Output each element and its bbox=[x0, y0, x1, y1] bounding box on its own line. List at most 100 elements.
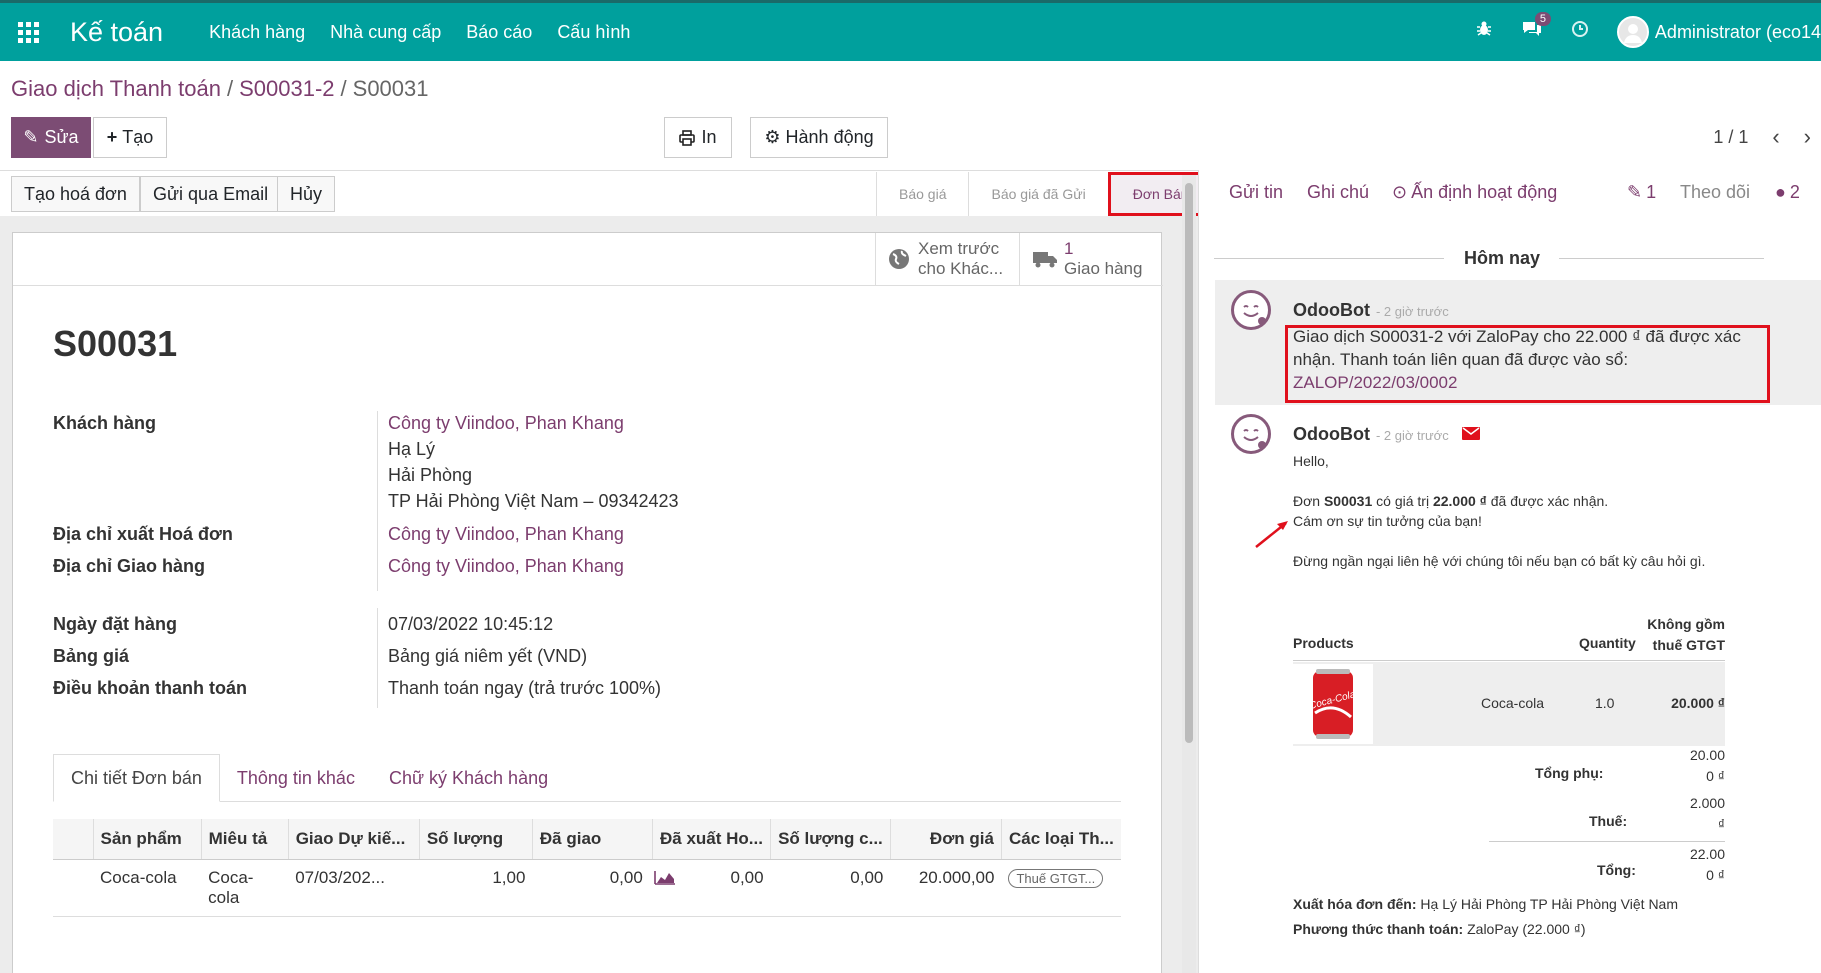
user-icon: ● bbox=[1775, 182, 1786, 202]
pager: 1 / 1 ‹ › bbox=[1713, 122, 1821, 152]
field-divider bbox=[377, 411, 378, 591]
message-author: OdooBot - 2 giờ trước bbox=[1293, 424, 1480, 445]
email-product-name: Coca-cola bbox=[1481, 695, 1545, 711]
invoice-address-label: Xuất hóa đơn đến: bbox=[1293, 896, 1417, 912]
clock-icon: ⊙ bbox=[1392, 182, 1408, 202]
email-contact: Đừng ngần ngại liên hệ với chúng tôi nếu… bbox=[1293, 553, 1706, 569]
email-body: Hello, Đơn S00031 có giá trị 22.000 ₫ đã… bbox=[1293, 453, 1793, 569]
bug-icon[interactable] bbox=[1475, 20, 1493, 44]
stage-quotation-sent[interactable]: Báo giá đã Gửi bbox=[968, 172, 1107, 216]
breadcrumb-payment-transactions[interactable]: Giao dịch Thanh toán bbox=[11, 76, 221, 101]
table-row[interactable]: Coca-cola Coca-cola 07/03/202... 1,00 0,… bbox=[53, 859, 1121, 917]
today-line-right bbox=[1559, 258, 1764, 259]
menu-configuration[interactable]: Cấu hình bbox=[557, 22, 630, 43]
breadcrumb-current: S00031 bbox=[352, 76, 429, 101]
product-image: Coca-Cola bbox=[1293, 664, 1373, 744]
cancel-button[interactable]: Hủy bbox=[277, 176, 336, 212]
printer-icon bbox=[679, 129, 696, 146]
odoobot-avatar bbox=[1231, 290, 1271, 330]
attachments-button[interactable]: ✎ 1 bbox=[1627, 182, 1656, 203]
log-note-button[interactable]: Ghi chú bbox=[1307, 182, 1369, 203]
action-button[interactable]: ⚙ Hành động bbox=[750, 117, 888, 158]
messages-icon[interactable]: 5 bbox=[1521, 12, 1552, 44]
menu-reports[interactable]: Báo cáo bbox=[466, 22, 532, 43]
create-button[interactable]: + Tạo bbox=[93, 117, 167, 158]
pager-next-icon[interactable]: › bbox=[1804, 124, 1811, 150]
pencil-icon: ✎ bbox=[23, 127, 39, 147]
pager-value[interactable]: 1 / 1 bbox=[1713, 127, 1748, 148]
column-invoiced[interactable]: Đã xuất Ho... bbox=[652, 819, 772, 860]
column-to-invoice[interactable]: Số lượng c... bbox=[770, 819, 891, 860]
order-title: S00031 bbox=[53, 323, 178, 364]
odoobot-avatar bbox=[1231, 414, 1271, 454]
action-label: Hành động bbox=[785, 127, 874, 147]
tab-order-lines[interactable]: Chi tiết Đơn bán bbox=[53, 754, 220, 802]
customer-address-line1: Hạ Lý bbox=[388, 439, 436, 459]
create-invoice-button[interactable]: Tạo hoá đơn bbox=[11, 176, 140, 212]
column-delivered[interactable]: Đã giao bbox=[532, 819, 654, 860]
column-unit-price[interactable]: Đơn giá bbox=[890, 819, 1002, 860]
plus-icon: + bbox=[106, 127, 118, 147]
top-navbar: Kế toán Khách hàng Nhà cung cấp Báo cáo … bbox=[0, 0, 1821, 61]
message-author: OdooBot - 2 giờ trước bbox=[1293, 300, 1449, 321]
stage-quotation[interactable]: Báo giá bbox=[876, 172, 968, 216]
coca-cola-can-icon: Coca-Cola bbox=[1308, 669, 1357, 739]
author-name: OdooBot bbox=[1293, 300, 1370, 320]
breadcrumb-transaction[interactable]: S00031-2 bbox=[239, 76, 334, 101]
order-pre: Đơn bbox=[1293, 493, 1321, 509]
breadcrumb: Giao dịch Thanh toán / S00031-2/S00031 bbox=[11, 76, 429, 102]
smart-preview-button[interactable]: Xem trước cho Khác... bbox=[875, 233, 1019, 285]
tab-other-info[interactable]: Thông tin khác bbox=[220, 754, 372, 802]
cell-quantity: 1,00 bbox=[419, 859, 533, 917]
shipping-address-value[interactable]: Công ty Viindoo, Phan Khang bbox=[388, 556, 624, 577]
author-name: OdooBot bbox=[1293, 424, 1370, 444]
description-line1: Coca- bbox=[208, 867, 254, 887]
order-post: đã được xác nhận. bbox=[1490, 493, 1609, 509]
col-untaxed: Không gồm thuế GTGT bbox=[1647, 614, 1725, 656]
customer-name[interactable]: Công ty Viindoo, Phan Khang bbox=[388, 413, 624, 434]
pager-prev-icon[interactable]: ‹ bbox=[1772, 124, 1779, 150]
app-title[interactable]: Kế toán bbox=[70, 17, 163, 48]
smart-delivery-button[interactable]: 1 Giao hàng bbox=[1019, 233, 1161, 285]
print-button[interactable]: In bbox=[664, 117, 732, 158]
schedule-activity-button[interactable]: ⊙ Ấn định hoạt động bbox=[1392, 182, 1557, 203]
column-quantity[interactable]: Số lượng bbox=[419, 819, 533, 860]
column-description[interactable]: Miêu tả bbox=[201, 819, 289, 860]
menu-customers[interactable]: Khách hàng bbox=[209, 22, 305, 43]
shipping-address-label: Địa chỉ Giao hàng bbox=[53, 556, 206, 576]
schedule-label: Ấn định hoạt động bbox=[1411, 182, 1558, 202]
col-products: Products bbox=[1293, 635, 1354, 651]
send-message-button[interactable]: Gửi tin bbox=[1229, 182, 1283, 203]
user-menu[interactable]: Administrator (eco14 bbox=[1655, 22, 1821, 43]
email-product-amount: 20.000 ₫ bbox=[1671, 695, 1725, 711]
send-email-button[interactable]: Gửi qua Email bbox=[140, 176, 282, 212]
field-divider bbox=[377, 608, 378, 708]
scrollbar-thumb[interactable] bbox=[1185, 183, 1193, 743]
invoice-address-label: Địa chỉ xuất Hoá đơn bbox=[53, 524, 233, 544]
tax-tag[interactable]: Thuế GTGT... bbox=[1008, 868, 1104, 888]
column-expected-delivery[interactable]: Giao Dự kiế... bbox=[288, 819, 420, 860]
tax-value: 2.000 ₫ bbox=[1690, 793, 1725, 835]
menu-vendors[interactable]: Nhà cung cấp bbox=[330, 22, 441, 43]
activity-clock-icon[interactable] bbox=[1571, 20, 1589, 44]
user-avatar[interactable] bbox=[1616, 16, 1649, 48]
customer-address-line2: Hải Phòng bbox=[388, 465, 473, 485]
column-taxes[interactable]: Các loại Th... bbox=[1001, 819, 1121, 860]
tab-customer-signature[interactable]: Chữ ký Khách hàng bbox=[372, 754, 565, 802]
breadcrumb-separator: / bbox=[340, 76, 347, 101]
order-date-value: 07/03/2022 10:45:12 bbox=[388, 614, 554, 634]
follow-button[interactable]: Theo dõi bbox=[1680, 182, 1750, 203]
form-scrollbar[interactable] bbox=[1182, 175, 1196, 973]
forecast-chart-icon[interactable] bbox=[653, 869, 676, 885]
email-product-row: Coca-Cola Coca-cola 1.0 20.000 ₫ bbox=[1293, 662, 1725, 746]
apps-menu-icon[interactable] bbox=[8, 12, 48, 52]
edit-button[interactable]: ✎ Sửa bbox=[11, 117, 91, 158]
cell-taxes: Thuế GTGT... bbox=[1001, 859, 1121, 917]
invoice-address-value[interactable]: Công ty Viindoo, Phan Khang bbox=[388, 524, 624, 545]
form-sheet: Xem trước cho Khác... 1 Giao hàng S00031 K… bbox=[12, 232, 1163, 973]
col-quantity: Quantity bbox=[1579, 635, 1636, 651]
preview-label-2: cho Khác... bbox=[918, 259, 1004, 278]
today-separator: Hôm nay bbox=[1214, 248, 1764, 268]
column-product[interactable]: Sản phẩm bbox=[93, 819, 202, 860]
followers-button[interactable]: ● 2 bbox=[1775, 182, 1800, 203]
